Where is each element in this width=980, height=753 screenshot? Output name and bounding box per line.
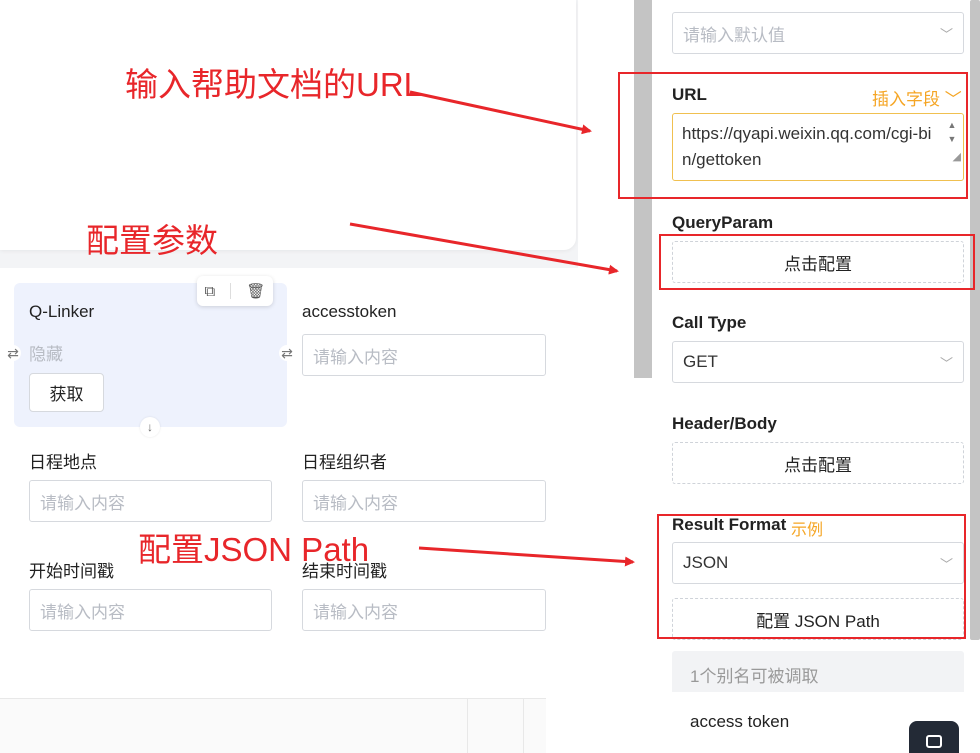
annotation-box-url: [618, 72, 968, 199]
table-strip: [0, 698, 546, 753]
qlinker-title: Q-Linker: [29, 302, 95, 321]
annotation-config-params: 配置参数: [86, 222, 218, 259]
fetch-button[interactable]: 获取: [29, 373, 104, 412]
call-type-value: GET: [683, 352, 718, 371]
field-label-accesstoken: accesstoken: [302, 302, 397, 321]
toolbar-divider: [230, 283, 232, 299]
start-time-input[interactable]: 请输入内容: [29, 589, 272, 631]
chat-icon: [926, 735, 942, 748]
panel-scrollbar[interactable]: [970, 0, 980, 640]
call-type-label: Call Type: [672, 313, 747, 332]
qlinker-hidden-text: 隐藏: [29, 345, 63, 364]
table-column-divider: [523, 699, 524, 753]
swap-icon[interactable]: ⇄: [279, 345, 295, 361]
annotation-config-json-path: 配置JSON Path: [138, 531, 370, 568]
annotation-box-result-format: [657, 514, 966, 639]
organizer-input[interactable]: 请输入内容: [302, 480, 546, 522]
arrow-down-icon[interactable]: ↓: [140, 417, 160, 437]
default-value-placeholder: 请输入默认值: [683, 25, 785, 45]
chevron-down-icon: ﹀: [939, 355, 953, 371]
annotation-url-help: 输入帮助文档的URL: [125, 66, 423, 103]
field-label-start-time: 开始时间戳: [29, 562, 114, 581]
default-value-select[interactable]: 请输入默认值 ﹀: [672, 12, 964, 54]
canvas-card: [0, 0, 576, 250]
chat-button[interactable]: [909, 721, 959, 753]
chevron-down-icon: ﹀: [939, 26, 953, 42]
header-body-config-button[interactable]: 点击配置: [672, 442, 964, 484]
location-input[interactable]: 请输入内容: [29, 480, 272, 522]
field-label-organizer: 日程组织者: [302, 453, 387, 472]
query-param-label: QueryParam: [672, 213, 774, 232]
header-body-label: Header/Body: [672, 414, 777, 433]
field-label-location: 日程地点: [29, 453, 97, 472]
table-column-divider: [467, 699, 468, 753]
swap-icon[interactable]: ⇄: [5, 345, 21, 361]
trash-icon[interactable]: 🗑: [246, 282, 265, 300]
call-type-select[interactable]: GET ﹀: [672, 341, 964, 383]
alias-list-header: 1个别名可被调取: [690, 667, 819, 686]
end-time-input[interactable]: 请输入内容: [302, 589, 546, 631]
widget-toolbar: ⧉ 🗑: [197, 276, 273, 306]
annotation-box-query-param: [659, 234, 975, 290]
accesstoken-input[interactable]: 请输入内容: [302, 334, 546, 376]
copy-icon[interactable]: ⧉: [205, 283, 216, 300]
